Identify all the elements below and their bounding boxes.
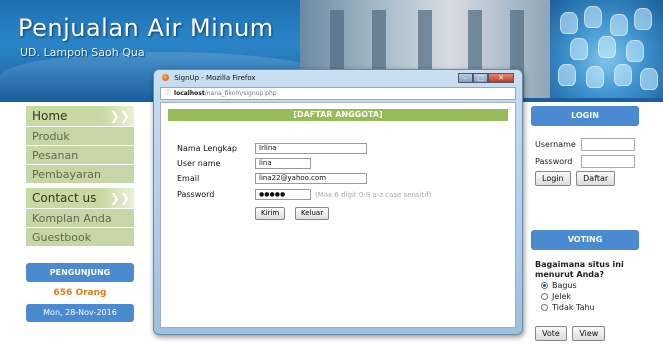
daftar-button[interactable]: Daftar: [576, 171, 616, 186]
visitor-counter-title: PENGUNJUNG: [26, 263, 134, 282]
url-host: localhost: [174, 90, 205, 97]
login-button[interactable]: Login: [535, 171, 571, 186]
radio-icon[interactable]: [541, 293, 548, 300]
password-input[interactable]: ●●●●●: [255, 189, 311, 200]
kirim-button[interactable]: Kirim: [255, 207, 286, 220]
menu-home-label: Home: [32, 109, 68, 123]
nama-label: Nama Lengkap: [177, 144, 237, 153]
site-title: Penjualan Air Minum: [18, 14, 274, 42]
popup-content: [DAFTAR ANGGOTA] Nama Lengkap Irlina Use…: [160, 102, 516, 328]
popup-title-bar: SignUp - Mozilla Firefox: [162, 74, 256, 82]
nama-row: Nama Lengkap Irlina: [177, 142, 367, 155]
left-sidebar: Home ❯❯ Produk Pesanan Pembayaran Contac…: [26, 106, 134, 322]
menu-contact-label: Contact us: [32, 191, 97, 205]
close-button[interactable]: ✕: [488, 73, 514, 83]
password-hint: (Max 6 digit 0-9 a-z case sensitif): [315, 190, 432, 199]
voting-question: Bagaimana situs ini menurut Anda?: [535, 260, 624, 279]
banner-bottles-photo: [550, 0, 663, 98]
voting-box: Bagaimana situs ini menurut Anda? Bagus …: [531, 250, 639, 347]
voting-title: VOTING: [531, 230, 639, 250]
firefox-icon: [162, 74, 169, 81]
site-subtitle: UD. Lampoh Saoh Qua: [20, 46, 145, 59]
menu-contact[interactable]: Contact us ❯❯: [26, 188, 134, 209]
form-title: [DAFTAR ANGGOTA]: [168, 109, 508, 121]
menu-pembayaran[interactable]: Pembayaran: [26, 165, 134, 184]
username-input[interactable]: lina: [255, 158, 311, 169]
username-label: User name: [177, 159, 221, 168]
login-username-input[interactable]: [581, 137, 635, 151]
menu-guestbook[interactable]: Guestbook: [26, 228, 134, 247]
password-label: Password: [177, 190, 215, 199]
window-controls: – □ ✕: [458, 73, 514, 83]
vote-option-tidak-tahu[interactable]: Tidak Tahu: [541, 302, 635, 313]
menu-home[interactable]: Home ❯❯: [26, 106, 134, 127]
vote-option-bagus[interactable]: Bagus: [541, 280, 635, 291]
visitor-counter-value: 656 Orang: [53, 288, 107, 298]
popup-window-title: SignUp - Mozilla Firefox: [174, 74, 256, 82]
login-box: Username Password Login Daftar: [531, 126, 639, 206]
login-username-label: Username: [535, 139, 576, 149]
view-button[interactable]: View: [572, 326, 606, 341]
vote-button[interactable]: Vote: [535, 326, 567, 341]
menu-pesanan[interactable]: Pesanan: [26, 146, 134, 165]
signup-popup-window: SignUp - Mozilla Firefox – □ ✕ ⓘ localhos…: [153, 69, 523, 335]
menu-komplan[interactable]: Komplan Anda: [26, 209, 134, 228]
current-date: Mon, 28-Nov-2016: [26, 304, 134, 322]
right-sidebar: LOGIN Username Password Login Daftar VOT…: [531, 106, 639, 347]
login-password-input[interactable]: [581, 154, 635, 168]
maximize-button[interactable]: □: [473, 73, 488, 83]
info-icon[interactable]: ⓘ: [165, 90, 171, 97]
vote-option-label: Bagus: [552, 281, 577, 290]
password-row: Password ●●●●● (Max 6 digit 0-9 a-z case…: [177, 188, 431, 201]
address-bar[interactable]: ⓘ localhost/nana_fikom/signup.php: [160, 87, 516, 100]
double-chevron-icon: ❯❯: [109, 191, 130, 205]
email-row: Email lina22@yahoo.com: [177, 172, 367, 185]
radio-selected-icon[interactable]: [541, 282, 548, 289]
email-label: Email: [177, 174, 200, 183]
url-path: /nana_fikom/signup.php: [204, 90, 277, 97]
double-chevron-icon: ❯❯: [109, 109, 130, 123]
email-input[interactable]: lina22@yahoo.com: [255, 173, 367, 184]
menu-produk[interactable]: Produk: [26, 127, 134, 146]
login-title: LOGIN: [531, 106, 639, 126]
vote-option-label: Tidak Tahu: [552, 303, 595, 312]
username-row: User name lina: [177, 157, 311, 170]
vote-option-jelek[interactable]: Jelek: [541, 291, 635, 302]
keluar-button[interactable]: Keluar: [295, 207, 330, 220]
nama-input[interactable]: Irlina: [255, 143, 367, 154]
vote-option-label: Jelek: [552, 292, 572, 301]
radio-icon[interactable]: [541, 304, 548, 311]
minimize-button[interactable]: –: [458, 73, 473, 83]
login-password-label: Password: [535, 156, 573, 166]
